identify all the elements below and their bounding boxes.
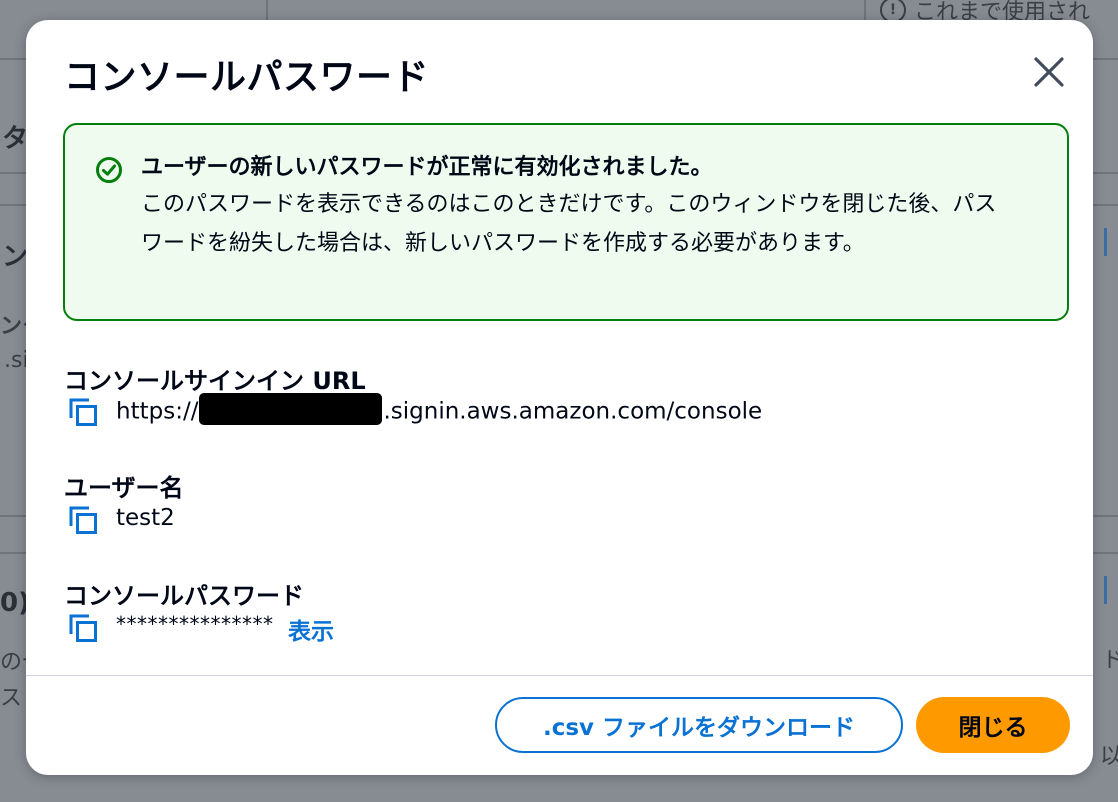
- copy-icon[interactable]: [68, 505, 98, 535]
- copy-icon[interactable]: [68, 613, 98, 643]
- bg-text: .si: [4, 348, 29, 373]
- bg-text: 以: [1100, 744, 1118, 769]
- copy-icon[interactable]: [68, 397, 98, 427]
- signin-url-suffix: .signin.aws.amazon.com/console: [383, 398, 763, 425]
- bg-divider: [266, 0, 268, 20]
- username-label: ユーザー名: [64, 474, 184, 502]
- close-button[interactable]: [1031, 54, 1067, 90]
- show-password-link[interactable]: 表示: [288, 612, 334, 646]
- bg-text: ン: [2, 242, 29, 272]
- username-value: test2: [116, 505, 175, 531]
- alert-message: このパスワードを表示できるのはこのときだけです。このウィンドウを閉じた後、パスワ…: [141, 192, 997, 256]
- close-icon: [1034, 57, 1064, 87]
- footer-divider: [26, 675, 1093, 676]
- modal-title: コンソールパスワード: [64, 57, 430, 98]
- password-label: コンソールパスワード: [64, 582, 304, 610]
- download-csv-button[interactable]: .csv ファイルをダウンロード: [495, 697, 903, 753]
- signin-url-label: コンソールサインイン URL: [64, 367, 366, 395]
- signin-url-value: https:// .signin.aws.amazon.com/console: [116, 393, 763, 428]
- bg-text: ス: [0, 686, 23, 711]
- close-dialog-button[interactable]: 閉じる: [916, 697, 1070, 753]
- bg-text: タ: [2, 124, 29, 154]
- signin-url-prefix: https://: [116, 398, 199, 425]
- bg-text: ド: [1102, 648, 1118, 673]
- success-alert: ユーザーの新しいパスワードが正常に有効化されました。 このパスワードを表示できる…: [63, 123, 1069, 321]
- bg-accent: [1104, 228, 1118, 256]
- redacted-account-id: [199, 393, 383, 425]
- console-password-modal: コンソールパスワード ユーザーの新しいパスワードが正常に有効化されました。 この…: [26, 20, 1093, 775]
- password-value: ***************: [116, 612, 274, 636]
- alert-title: ユーザーの新しいパスワードが正常に有効化されました。: [141, 155, 713, 180]
- bg-accent: [1104, 576, 1118, 604]
- bg-divider: [864, 0, 866, 20]
- check-circle-icon: [96, 157, 122, 183]
